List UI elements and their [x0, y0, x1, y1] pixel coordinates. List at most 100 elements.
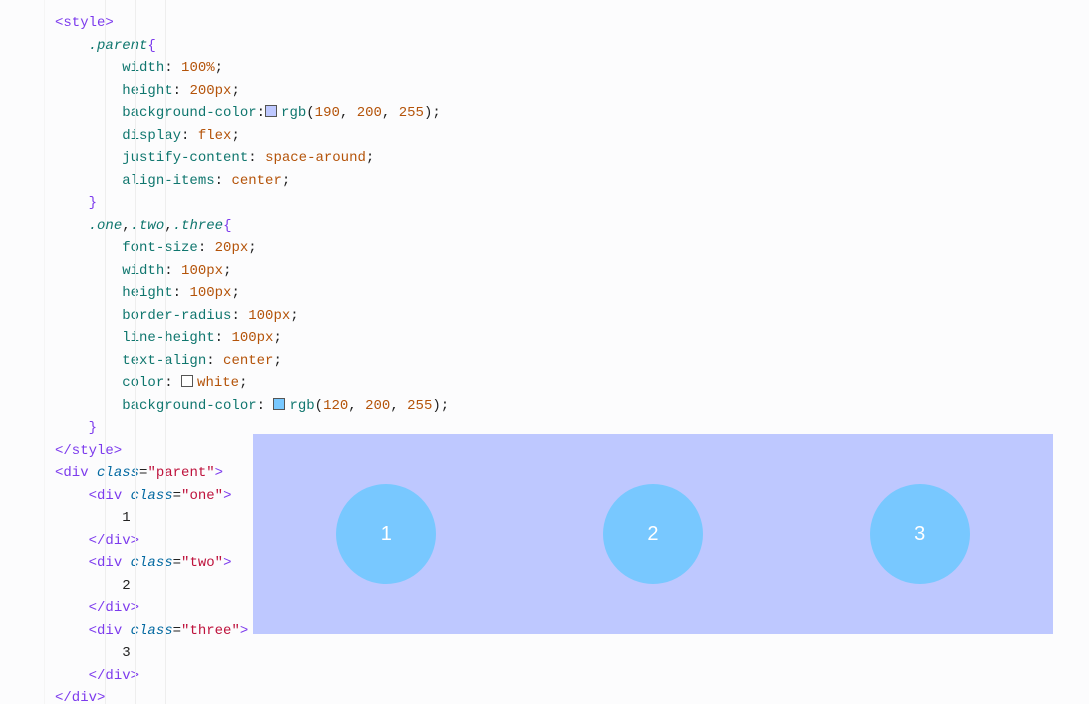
code-line[interactable]: } [55, 192, 1089, 215]
code-token: ; [273, 353, 281, 369]
code-token: : [257, 398, 274, 414]
code-token: ; [441, 398, 449, 414]
code-token: background-color [122, 398, 256, 414]
code-token: > [223, 488, 231, 504]
code-token: ; [223, 263, 231, 279]
code-token: 200px [189, 83, 231, 99]
code-token: 2 [122, 578, 130, 594]
code-token: <div [55, 465, 97, 481]
code-line[interactable]: 3 [55, 642, 1089, 665]
code-token: : [181, 128, 198, 144]
preview-circle-two: 2 [603, 484, 703, 584]
code-token: height [122, 83, 172, 99]
code-token: : [215, 173, 232, 189]
code-token: : [257, 105, 265, 121]
code-token: 20px [215, 240, 249, 256]
rendered-preview-parent: 1 2 3 [253, 434, 1053, 634]
code-token: ) [432, 398, 440, 414]
code-token: "two" [181, 555, 223, 571]
code-token: white [197, 375, 239, 391]
code-line[interactable]: align-items: center; [55, 170, 1089, 193]
code-token: 200 [365, 398, 390, 414]
code-token: ; [282, 173, 290, 189]
code-token: ; [239, 375, 247, 391]
code-token: ; [248, 240, 256, 256]
code-token: display [122, 128, 181, 144]
code-token: { [147, 38, 155, 54]
code-line[interactable]: border-radius: 100px; [55, 305, 1089, 328]
code-token: 100px [248, 308, 290, 324]
code-token: 120 [323, 398, 348, 414]
code-line[interactable]: font-size: 20px; [55, 237, 1089, 260]
code-editor[interactable]: <style> .parent{ width: 100%; height: 20… [0, 0, 1089, 704]
code-token: rgb [289, 398, 314, 414]
code-token: "parent" [147, 465, 214, 481]
code-token: border-radius [122, 308, 231, 324]
code-line[interactable]: .one,.two,.three{ [55, 215, 1089, 238]
code-line[interactable]: line-height: 100px; [55, 327, 1089, 350]
code-token: </div> [89, 533, 139, 549]
code-token: : [231, 308, 248, 324]
code-token: : [173, 285, 190, 301]
code-line[interactable]: width: 100%; [55, 57, 1089, 80]
code-token: } [89, 195, 97, 211]
code-line[interactable]: text-align: center; [55, 350, 1089, 373]
code-token: line-height [122, 330, 214, 346]
code-token: : [198, 240, 215, 256]
code-line[interactable]: height: 200px; [55, 80, 1089, 103]
code-token: class [131, 488, 173, 504]
code-token: 100px [231, 330, 273, 346]
code-token: align-items [122, 173, 214, 189]
code-token: > [240, 623, 248, 639]
code-line[interactable]: height: 100px; [55, 282, 1089, 305]
code-line[interactable]: justify-content: space-around; [55, 147, 1089, 170]
code-token: <style> [55, 15, 114, 31]
code-token: class [97, 465, 139, 481]
code-line[interactable]: .parent{ [55, 35, 1089, 58]
code-token: class [131, 555, 173, 571]
code-token: .one [89, 218, 123, 234]
code-token: "one" [181, 488, 223, 504]
code-token: , [390, 398, 407, 414]
color-swatch-icon [273, 398, 285, 410]
code-line[interactable]: background-color: rgb(120, 200, 255); [55, 395, 1089, 418]
code-token: ( [306, 105, 314, 121]
code-token: : [164, 375, 181, 391]
preview-circle-one: 1 [336, 484, 436, 584]
code-line[interactable]: </div> [55, 687, 1089, 710]
code-token: text-align [122, 353, 206, 369]
code-line[interactable]: color: white; [55, 372, 1089, 395]
code-token: flex [198, 128, 232, 144]
code-line[interactable]: <style> [55, 12, 1089, 35]
code-token: , [348, 398, 365, 414]
code-token: , [122, 218, 130, 234]
code-token: , [340, 105, 357, 121]
code-token: .three [173, 218, 223, 234]
code-token: 1 [122, 510, 130, 526]
code-token: center [231, 173, 281, 189]
code-token: > [215, 465, 223, 481]
code-line[interactable]: width: 100px; [55, 260, 1089, 283]
code-token: : [164, 263, 181, 279]
code-token: ; [231, 128, 239, 144]
code-token: </div> [89, 600, 139, 616]
code-token: { [223, 218, 231, 234]
color-swatch-icon [265, 105, 277, 117]
code-token: : [206, 353, 223, 369]
code-line[interactable]: background-color:rgb(190, 200, 255); [55, 102, 1089, 125]
code-token: 100px [189, 285, 231, 301]
code-token: color [122, 375, 164, 391]
editor-gutter [0, 0, 45, 704]
code-token: background-color [122, 105, 256, 121]
code-token: 100px [181, 263, 223, 279]
code-line[interactable]: </div> [55, 665, 1089, 688]
code-line[interactable]: display: flex; [55, 125, 1089, 148]
code-token: width [122, 60, 164, 76]
code-token: height [122, 285, 172, 301]
code-token: ; [432, 105, 440, 121]
code-token: 3 [122, 645, 130, 661]
code-token: <div [89, 488, 131, 504]
code-token: .parent [89, 38, 148, 54]
code-token: > [223, 555, 231, 571]
code-token: ( [315, 398, 323, 414]
